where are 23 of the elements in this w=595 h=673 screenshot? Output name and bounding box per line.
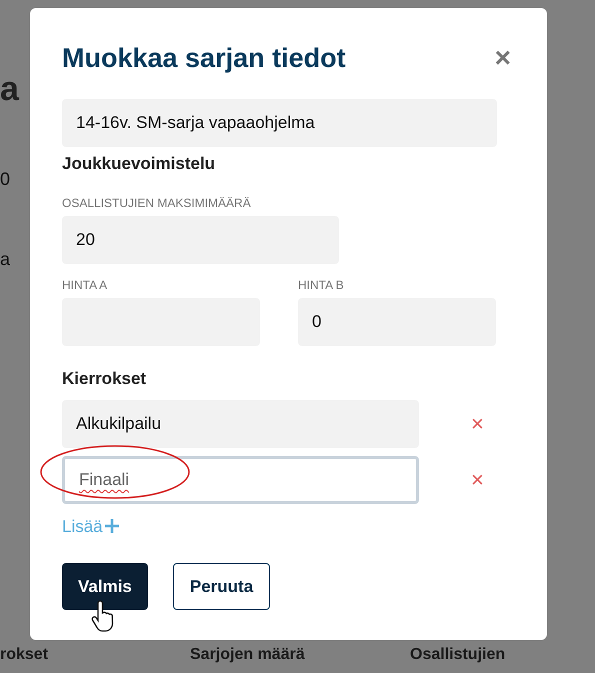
- price-field[interactable]: 0: [298, 298, 496, 346]
- name-field[interactable]: 14-16v. SM-sarja vapaaohjelma: [62, 98, 497, 146]
- background-text: 0: [0, 169, 10, 189]
- column-header: Osallistujien: [410, 646, 506, 663]
- field-label: HINTA A: [62, 277, 108, 294]
- background-text: a: [0, 70, 19, 108]
- done-button[interactable]: Valmis: [62, 563, 148, 610]
- dialog-title: Muokkaa sarjan tiedot: [62, 42, 346, 75]
- discipline-label: Joukkuevoimistelu: [62, 152, 216, 174]
- rounds-label: Kierrokset: [62, 368, 148, 390]
- round-field[interactable]: Alkukilpailu: [62, 400, 419, 448]
- field-label: OSALLISTUJIEN MAKSIMIMÄÄRÄ: [62, 195, 252, 212]
- remove-button[interactable]: ×: [471, 412, 484, 434]
- field-label: HINTA B: [298, 277, 345, 294]
- column-header: rokset: [0, 646, 48, 663]
- cancel-button[interactable]: Peruuta: [172, 563, 270, 610]
- close-button[interactable]: ×: [494, 44, 511, 72]
- round-field[interactable]: Finaali: [62, 456, 419, 504]
- remove-button[interactable]: ×: [471, 468, 484, 490]
- background-text: a: [0, 249, 10, 269]
- column-header: Sarjojen määrä: [190, 646, 305, 663]
- plus-icon[interactable]: [104, 518, 120, 534]
- max-participants-field[interactable]: 20: [62, 216, 339, 264]
